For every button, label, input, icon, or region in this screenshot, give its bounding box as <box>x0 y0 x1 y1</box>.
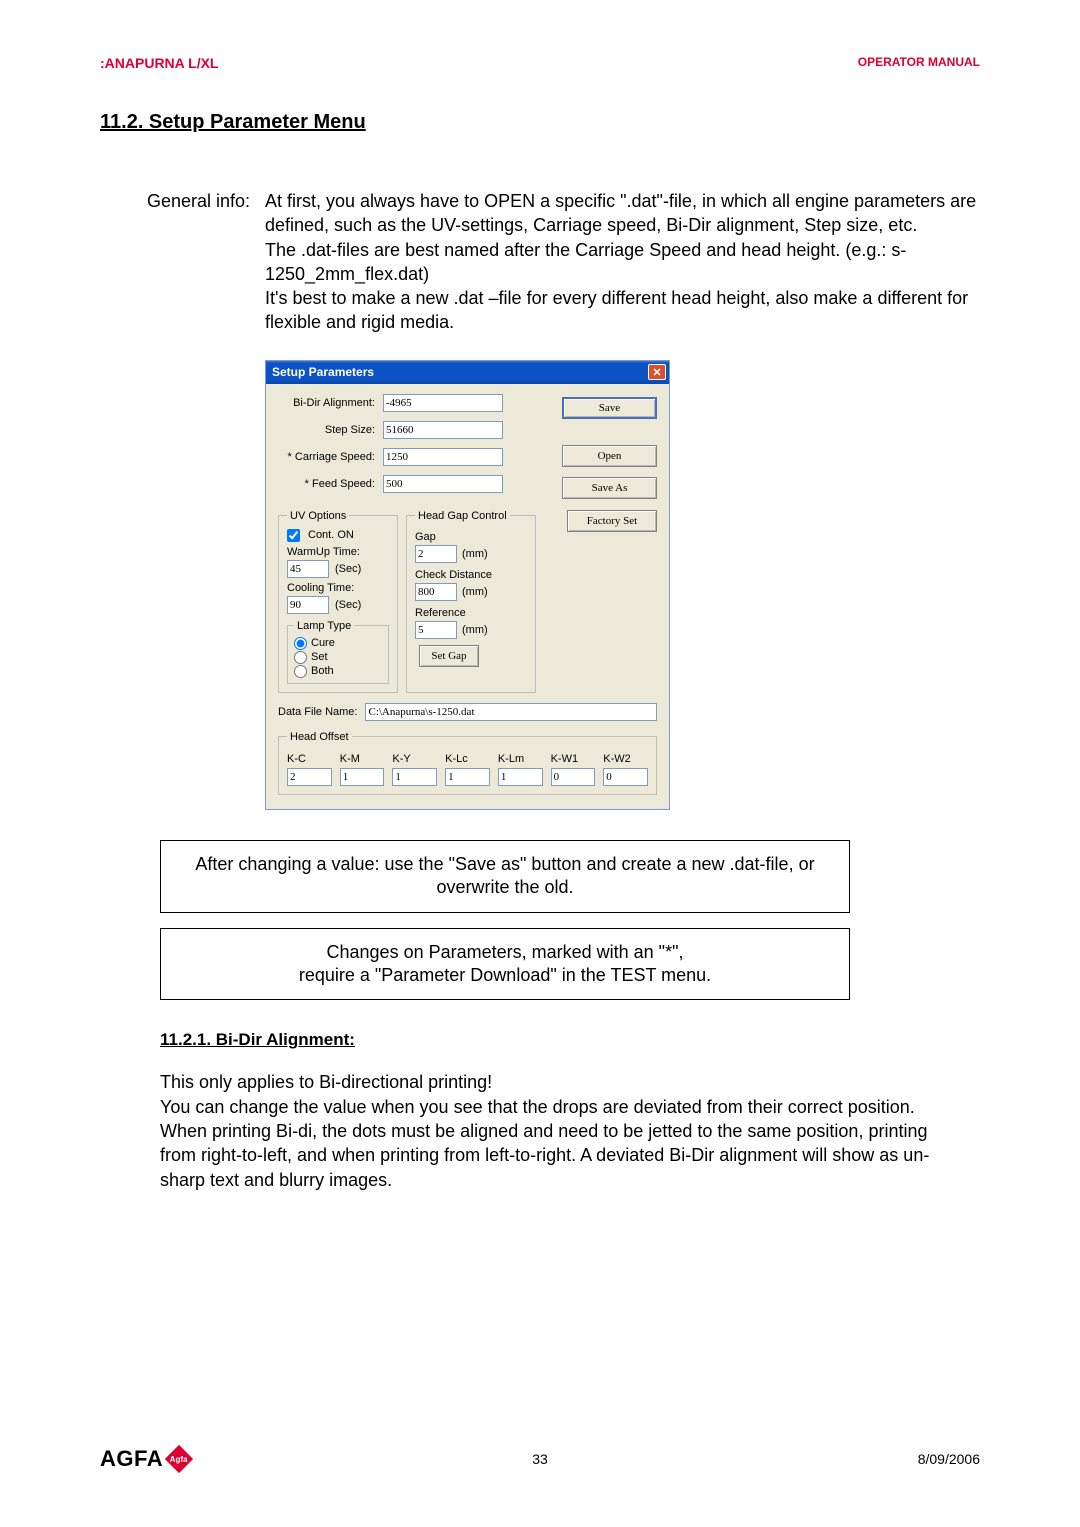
save-as-button[interactable]: Save As <box>562 477 657 499</box>
cont-on-label: Cont. ON <box>308 529 354 541</box>
general-info-body: At first, you always have to OPEN a spec… <box>265 189 980 335</box>
head-offset-input[interactable] <box>445 768 490 786</box>
lamp-both-label: Both <box>311 665 334 677</box>
head-gap-control-group: Head Gap Control Gap (mm) Check Distance… <box>406 510 536 693</box>
head-offset-input[interactable] <box>287 768 332 786</box>
step-input[interactable] <box>383 421 503 439</box>
head-offset-col-label: K-Y <box>392 753 437 765</box>
cooling-input[interactable] <box>287 596 329 614</box>
lamp-cure-label: Cure <box>311 637 335 649</box>
ref-label: Reference <box>415 607 527 619</box>
head-offset-group: Head Offset K-C K-M K-Y K-Lc K-Lm K-W1 K-W2 <box>278 731 657 795</box>
agfa-logo-text: AGFA <box>100 1446 163 1472</box>
gap-unit: (mm) <box>462 548 488 560</box>
warmup-input[interactable] <box>287 560 329 578</box>
head-offset-input[interactable] <box>340 768 385 786</box>
hgc-legend: Head Gap Control <box>415 510 510 522</box>
lamp-cure-radio[interactable] <box>294 637 307 650</box>
warmup-unit: (Sec) <box>335 563 361 575</box>
check-unit: (mm) <box>462 586 488 598</box>
ref-unit: (mm) <box>462 624 488 636</box>
page-header: :ANAPURNA L/XL OPERATOR MANUAL <box>100 55 980 71</box>
ref-input[interactable] <box>415 621 457 639</box>
head-offset-legend: Head Offset <box>287 731 352 743</box>
subsection-title: 11.2.1. Bi-Dir Alignment: <box>160 1030 980 1050</box>
agfa-logo: AGFA Agfa <box>100 1446 189 1472</box>
set-gap-button[interactable]: Set Gap <box>419 645 479 667</box>
carriage-label: * Carriage Speed: <box>278 451 383 463</box>
gap-input[interactable] <box>415 545 457 563</box>
section-title: 11.2. Setup Parameter Menu <box>100 111 980 134</box>
factory-set-button[interactable]: Factory Set <box>567 510 657 532</box>
lamp-set-radio[interactable] <box>294 651 307 664</box>
head-offset-col-label: K-C <box>287 753 332 765</box>
general-info-block: General info: At first, you always have … <box>100 189 980 335</box>
check-input[interactable] <box>415 583 457 601</box>
dialog-title: Setup Parameters <box>272 365 374 379</box>
head-offset-input[interactable] <box>392 768 437 786</box>
head-offset-input[interactable] <box>551 768 596 786</box>
feed-input[interactable] <box>383 475 503 493</box>
feed-label: * Feed Speed: <box>278 478 383 490</box>
head-offset-col-label: K-Lc <box>445 753 490 765</box>
cooling-unit: (Sec) <box>335 599 361 611</box>
gap-label: Gap <box>415 531 527 543</box>
lamp-both-radio[interactable] <box>294 665 307 678</box>
head-offset-col-label: K-Lm <box>498 753 543 765</box>
doc-type: OPERATOR MANUAL <box>858 55 980 71</box>
page-number: 33 <box>532 1451 548 1467</box>
general-info-label: General info: <box>100 189 265 335</box>
carriage-input[interactable] <box>383 448 503 466</box>
check-label: Check Distance <box>415 569 527 581</box>
product-name: :ANAPURNA L/XL <box>100 55 218 71</box>
body-text: This only applies to Bi-directional prin… <box>160 1070 940 1191</box>
notice-parameter-download: Changes on Parameters, marked with an "*… <box>160 928 850 1001</box>
cont-on-checkbox[interactable] <box>287 529 300 542</box>
bidir-input[interactable] <box>383 394 503 412</box>
head-offset-input[interactable] <box>603 768 648 786</box>
data-file-input[interactable] <box>365 703 657 721</box>
setup-parameters-dialog: Setup Parameters ✕ Bi-Dir Alignment: Ste… <box>265 360 670 810</box>
dialog-titlebar[interactable]: Setup Parameters ✕ <box>266 361 669 384</box>
page-date: 8/09/2006 <box>918 1451 980 1467</box>
lamp-legend: Lamp Type <box>294 620 354 632</box>
head-offset-col-label: K-W2 <box>603 753 648 765</box>
lamp-type-group: Lamp Type Cure Set Both <box>287 620 389 684</box>
step-label: Step Size: <box>278 424 383 436</box>
uv-legend: UV Options <box>287 510 349 522</box>
close-icon[interactable]: ✕ <box>648 364 666 380</box>
data-file-label: Data File Name: <box>278 706 357 718</box>
uv-options-group: UV Options Cont. ON WarmUp Time: (Sec) C… <box>278 510 398 693</box>
save-button[interactable]: Save <box>562 397 657 419</box>
lamp-set-label: Set <box>311 651 328 663</box>
open-button[interactable]: Open <box>562 445 657 467</box>
page-footer: AGFA Agfa 33 8/09/2006 <box>100 1446 980 1472</box>
head-offset-col-label: K-W1 <box>551 753 596 765</box>
agfa-diamond-icon: Agfa <box>165 1445 193 1473</box>
notice-save-as: After changing a value: use the "Save as… <box>160 840 850 913</box>
warmup-label: WarmUp Time: <box>287 546 389 558</box>
cooling-label: Cooling Time: <box>287 582 389 594</box>
bidir-label: Bi-Dir Alignment: <box>278 397 383 409</box>
head-offset-input[interactable] <box>498 768 543 786</box>
head-offset-col-label: K-M <box>340 753 385 765</box>
